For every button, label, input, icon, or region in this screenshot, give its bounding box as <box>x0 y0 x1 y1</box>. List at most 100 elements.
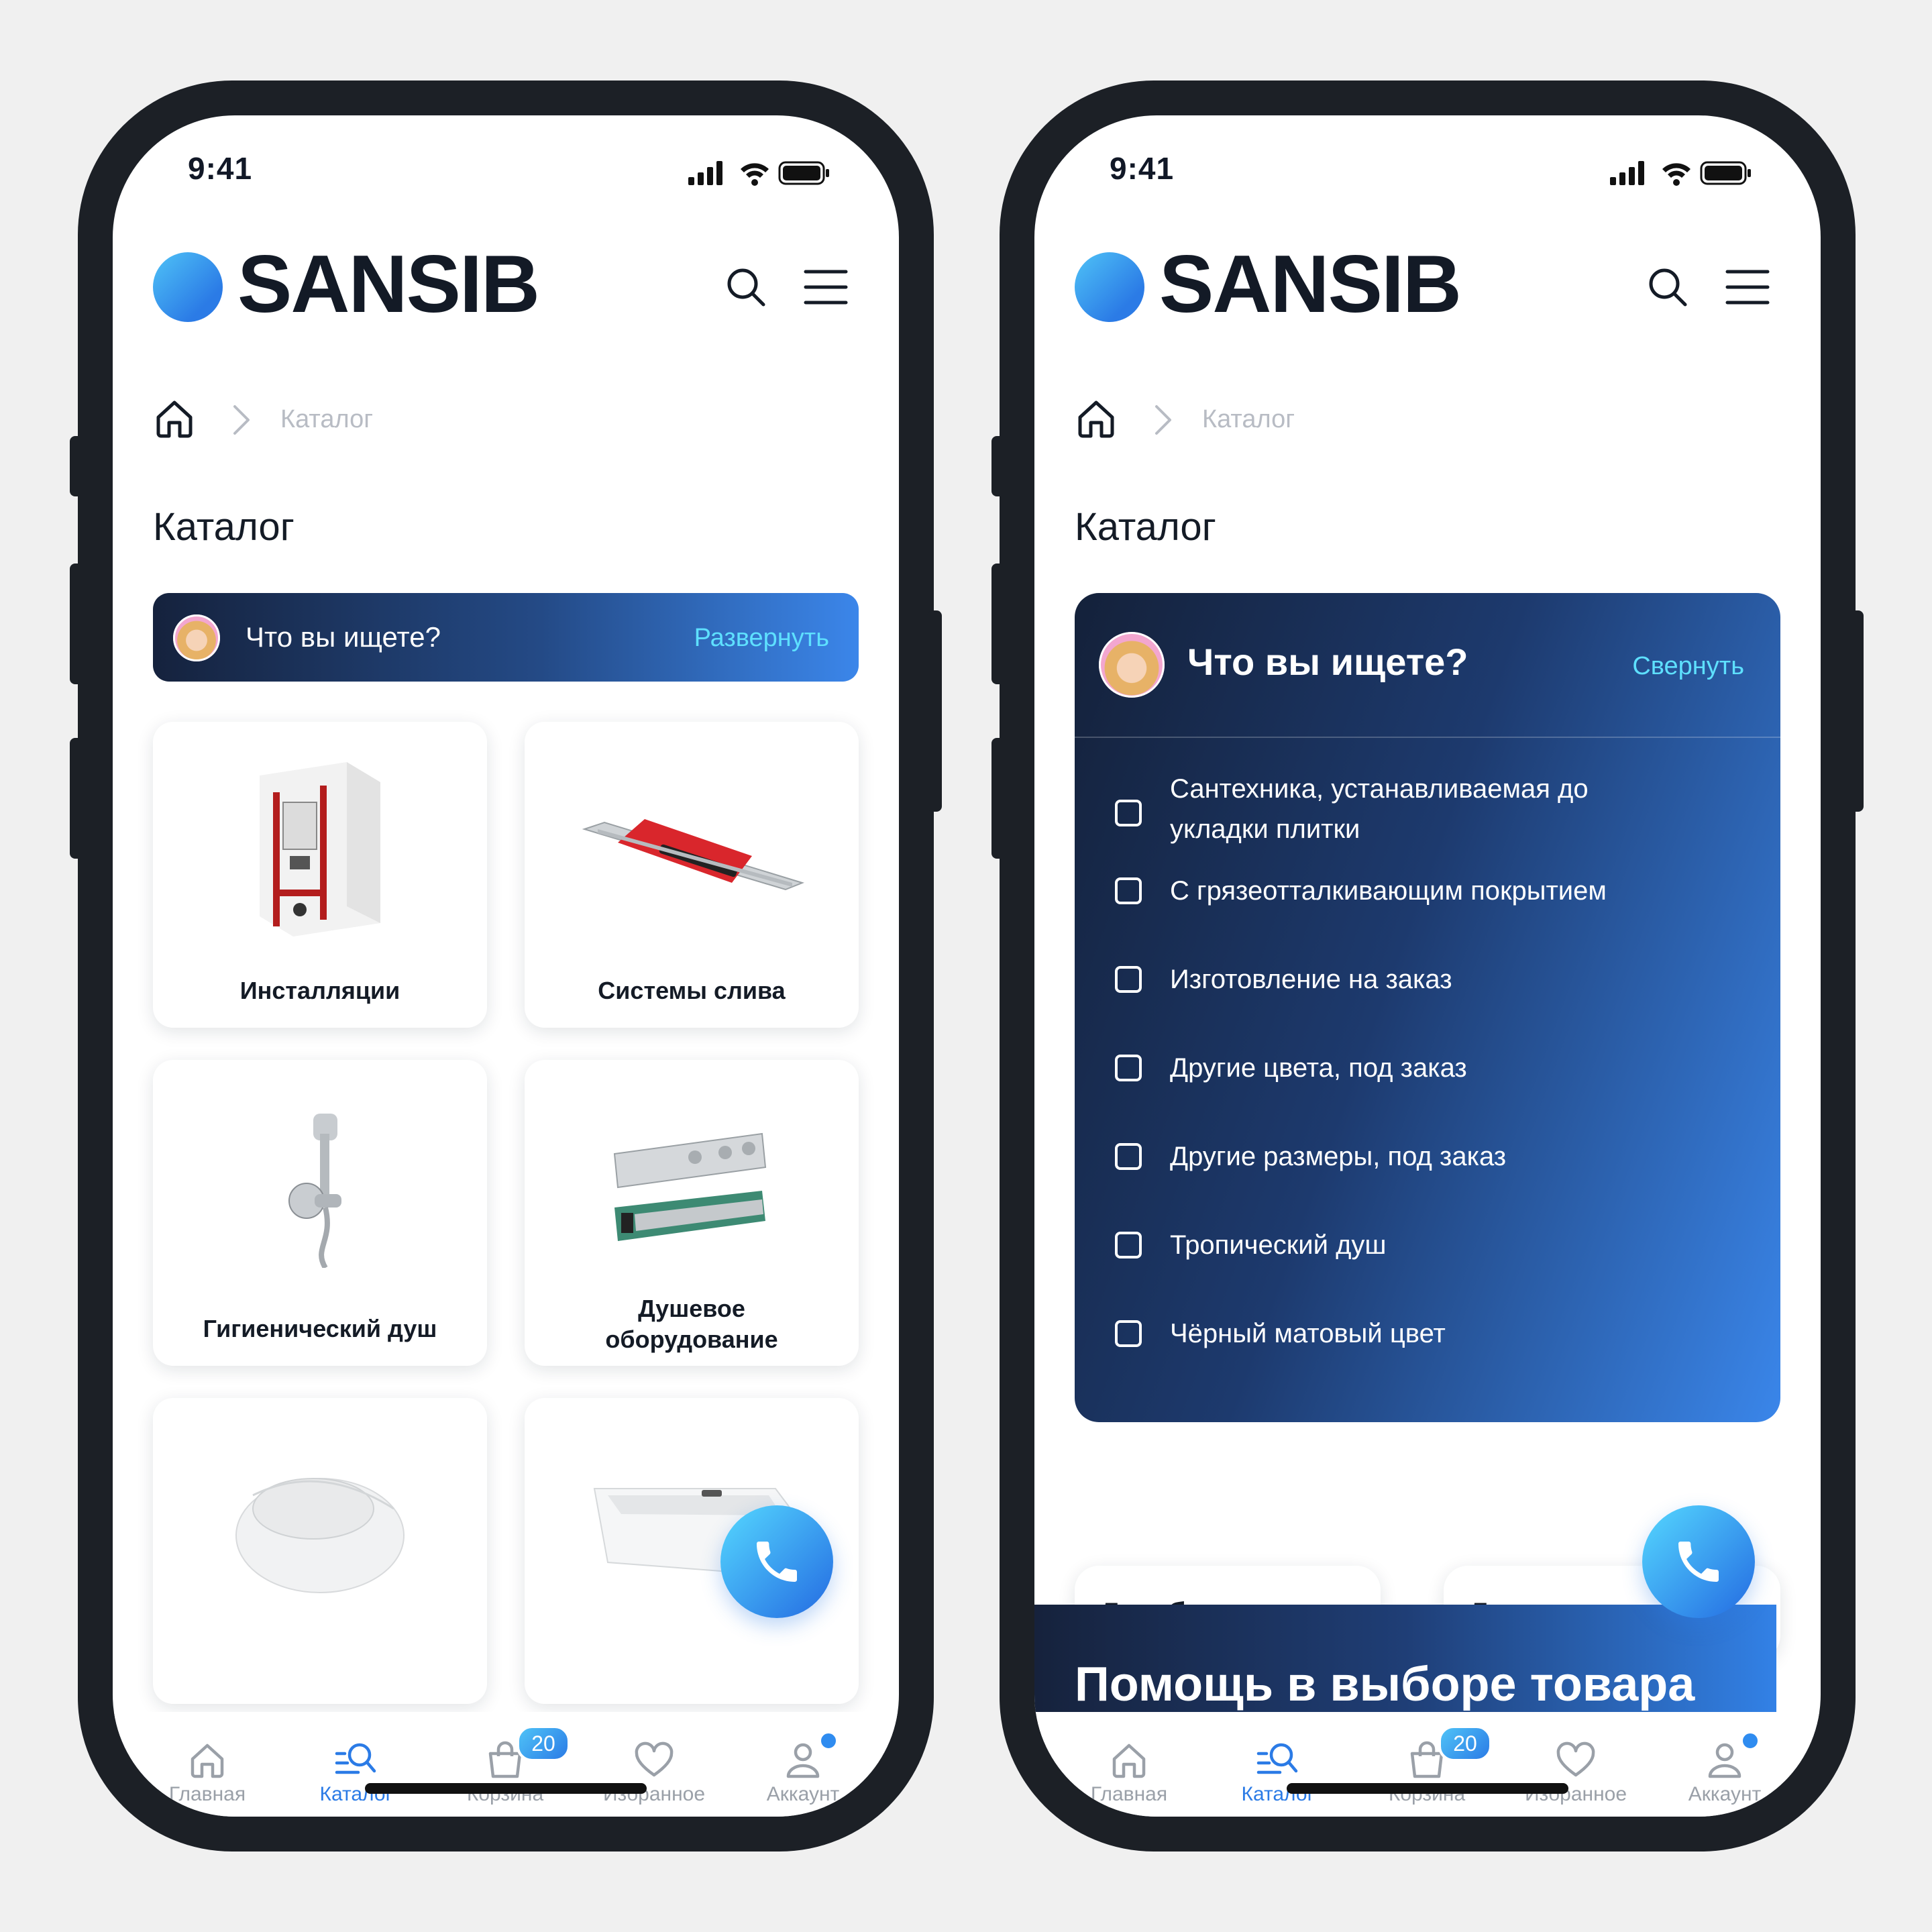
screen: 9:41 SANSIB <box>1034 115 1821 1817</box>
brand-name: SANSIB <box>1159 238 1462 329</box>
wifi-icon <box>1662 163 1690 186</box>
search-widget-expanded: Что вы ищете? Свернуть Сантехника, устан… <box>1075 593 1780 1422</box>
home-icon <box>156 400 193 438</box>
hamburger-icon <box>1725 270 1770 305</box>
search-button[interactable] <box>1645 264 1690 313</box>
hamburger-icon <box>804 270 848 305</box>
search-icon <box>1649 268 1687 307</box>
category-card[interactable] <box>153 1398 487 1704</box>
category-card[interactable]: Гигиенический душ <box>153 1060 487 1366</box>
account-icon <box>1708 1743 1741 1778</box>
collapse-button[interactable]: Свернуть <box>1632 652 1744 681</box>
filter-option-label: Изготовление на заказ <box>1170 965 1452 994</box>
tab-catalog[interactable]: Каталог <box>1199 1712 1356 1817</box>
signal-icon <box>688 161 722 185</box>
brand-name: SANSIB <box>237 238 540 329</box>
search-widget-question: Что вы ищете? <box>246 621 441 653</box>
tab-home[interactable]: Главная <box>129 1712 286 1817</box>
search-widget-collapsed[interactable]: Что вы ищете? Развернуть <box>153 593 859 682</box>
filter-option[interactable]: Чёрный матовый цвет <box>1115 1313 1759 1367</box>
volume-up-button <box>991 564 1006 684</box>
search-button[interactable] <box>723 264 769 313</box>
wifi-icon <box>741 163 769 186</box>
category-label: Инсталляции <box>239 977 400 1004</box>
tab-account[interactable]: Аккаунт <box>724 1712 881 1817</box>
menu-button[interactable] <box>1725 268 1770 309</box>
filter-option-label: С грязеотталкивающим покрытием <box>1170 876 1607 906</box>
call-button[interactable] <box>1642 1505 1755 1618</box>
filter-option[interactable]: Сантехника, устанавливаемая до укладки п… <box>1115 769 1759 856</box>
checkbox[interactable] <box>1115 800 1142 826</box>
catalog-search-icon <box>1256 1743 1298 1774</box>
checkbox[interactable] <box>1115 966 1142 993</box>
expand-button[interactable]: Развернуть <box>694 624 829 653</box>
category-card[interactable]: Инсталляции <box>153 722 487 1028</box>
heart-icon <box>635 1741 674 1777</box>
page-title: Каталог <box>153 505 294 549</box>
logo-mark <box>1075 252 1144 322</box>
home-icon <box>191 1743 224 1778</box>
call-button[interactable] <box>720 1505 833 1618</box>
search-widget-question: Что вы ищете? <box>1187 641 1468 683</box>
home-indicator <box>1287 1783 1568 1794</box>
status-time: 9:41 <box>1110 151 1175 186</box>
breadcrumb-current: Каталог <box>280 405 374 433</box>
tab-catalog[interactable]: Каталог <box>278 1712 435 1817</box>
drain-channel-image <box>525 749 859 950</box>
filter-option[interactable]: Изготовление на заказ <box>1115 959 1759 1013</box>
tab-label: Аккаунт <box>766 1783 840 1805</box>
battery-icon <box>1700 161 1751 185</box>
filter-option-label: Другие цвета, под заказ <box>1170 1053 1467 1083</box>
tab-account[interactable]: Аккаунт <box>1646 1712 1803 1817</box>
side-button <box>991 436 1006 496</box>
filter-option-label: Чёрный матовый цвет <box>1170 1319 1446 1348</box>
checkbox[interactable] <box>1115 1143 1142 1170</box>
home-icon <box>1112 1743 1146 1778</box>
cart-badge: 20 <box>517 1725 570 1762</box>
category-card[interactable]: Системы слива <box>525 722 859 1028</box>
volume-down-button <box>70 738 85 859</box>
filter-option[interactable]: Другие цвета, под заказ <box>1115 1048 1759 1102</box>
filter-option-label: Другие размеры, под заказ <box>1170 1142 1507 1171</box>
tab-bar: Главная Каталог 20 Корзина Избранное Акк… <box>113 1712 899 1817</box>
help-banner[interactable]: Помощь в выборе товара <box>1034 1605 1776 1719</box>
account-notification-dot <box>818 1731 839 1751</box>
chevron-right-icon <box>228 402 255 441</box>
filter-option[interactable]: С грязеотталкивающим покрытием <box>1115 871 1759 924</box>
tab-cart[interactable]: 20 Корзина <box>427 1712 584 1817</box>
checkbox[interactable] <box>1115 1055 1142 1081</box>
assistant-avatar <box>1099 632 1165 698</box>
chevron-right-icon <box>1150 402 1177 441</box>
assistant-avatar <box>173 614 220 661</box>
signal-icon <box>1610 161 1644 185</box>
category-card[interactable]: Душевое оборудование <box>525 1060 859 1366</box>
filter-option[interactable]: Тропический душ <box>1115 1225 1759 1279</box>
screen: 9:41 SANSIB <box>113 115 899 1817</box>
divider <box>1075 737 1780 738</box>
checkbox[interactable] <box>1115 877 1142 904</box>
status-icons <box>688 158 832 191</box>
phone-right: 9:41 SANSIB Каталог Каталог Помощь в выб… <box>991 80 1864 1851</box>
category-label: Системы слива <box>598 977 786 1004</box>
help-banner-title: Помощь в выборе товара <box>1075 1658 1695 1711</box>
tab-favorites[interactable]: Избранное <box>1497 1712 1654 1817</box>
volume-down-button <box>991 738 1006 859</box>
filter-option-label: Тропический душ <box>1170 1230 1387 1260</box>
breadcrumb-home[interactable] <box>153 397 196 443</box>
breadcrumb-home[interactable] <box>1075 397 1118 443</box>
catalog-search-icon <box>335 1743 376 1774</box>
logo-mark <box>153 252 223 322</box>
tab-cart[interactable]: 20 Корзина <box>1348 1712 1505 1817</box>
checkbox[interactable] <box>1115 1320 1142 1347</box>
side-button <box>70 436 85 496</box>
tab-favorites[interactable]: Избранное <box>576 1712 733 1817</box>
cart-badge: 20 <box>1438 1725 1492 1762</box>
account-icon <box>786 1743 820 1778</box>
page-title: Каталог <box>1075 505 1216 549</box>
filter-option[interactable]: Другие размеры, под заказ <box>1115 1136 1759 1190</box>
account-notification-dot <box>1740 1731 1760 1751</box>
home-icon <box>1078 400 1114 438</box>
menu-button[interactable] <box>804 268 848 309</box>
checkbox[interactable] <box>1115 1232 1142 1258</box>
tab-home[interactable]: Главная <box>1051 1712 1208 1817</box>
